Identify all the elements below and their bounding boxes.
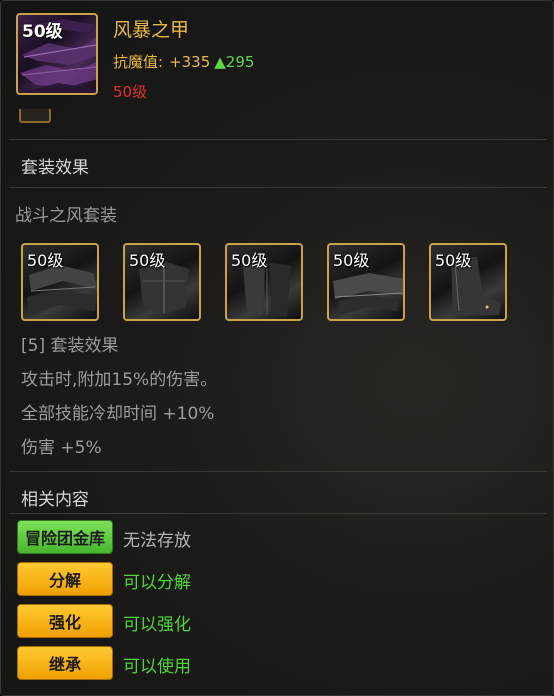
set-piece-2[interactable]: 50级 xyxy=(123,243,201,321)
divider xyxy=(9,187,547,188)
cropped-slot xyxy=(19,109,51,123)
set-piece-level: 50级 xyxy=(27,251,64,270)
disassemble-status: 可以分解 xyxy=(123,573,191,593)
set-piece-level: 50级 xyxy=(231,251,268,270)
related-row-storage: 冒险团金库 无法存放 xyxy=(17,520,517,554)
divider xyxy=(9,139,547,140)
item-header: 50级 风暴之甲 抗魔值: +335 ▲295 50级 xyxy=(1,1,553,123)
set-piece-level: 50级 xyxy=(435,251,472,270)
set-name: 战斗之风套装 xyxy=(15,206,117,226)
set-piece-5[interactable]: 50级 xyxy=(429,243,507,321)
set-piece-level: 50级 xyxy=(333,251,370,270)
related-row-inherit: 继承 可以使用 xyxy=(17,646,517,680)
stat-value: +335 xyxy=(169,53,211,71)
enhance-status: 可以强化 xyxy=(123,615,191,635)
set-piece-4[interactable]: 50级 xyxy=(327,243,405,321)
set-effect-line: 伤害 +5% xyxy=(21,438,102,458)
related-row-disassemble: 分解 可以分解 xyxy=(17,562,517,596)
set-effect-line: 攻击时,附加15%的伤害。 xyxy=(21,370,218,390)
adventure-bank-tag[interactable]: 冒险团金库 xyxy=(17,520,113,554)
required-level: 50级 xyxy=(113,83,148,101)
set-effect-line: 全部技能冷却时间 +10% xyxy=(21,404,215,424)
set-effect-title: 套装效果 xyxy=(21,158,89,178)
inherit-tag[interactable]: 继承 xyxy=(17,646,113,680)
item-tooltip: 50级 风暴之甲 抗魔值: +335 ▲295 50级 套装效果 战斗之风套装 50… xyxy=(0,0,554,696)
item-name: 风暴之甲 xyxy=(113,19,190,41)
set-piece-3[interactable]: 50级 xyxy=(225,243,303,321)
stat-label: 抗魔值: xyxy=(113,53,164,71)
item-level-badge: 50级 xyxy=(22,22,63,42)
enhance-tag[interactable]: 强化 xyxy=(17,604,113,638)
inherit-status: 可以使用 xyxy=(123,657,191,677)
divider xyxy=(9,471,547,472)
item-stat: 抗魔值: +335 ▲295 xyxy=(113,51,254,72)
related-row-enhance: 强化 可以强化 xyxy=(17,604,517,638)
storage-status: 无法存放 xyxy=(123,531,191,551)
set-piece-1[interactable]: 50级 xyxy=(21,243,99,321)
related-content-title: 相关内容 xyxy=(21,490,89,510)
set-effect-header: [5] 套装效果 xyxy=(21,336,119,356)
set-pieces: 50级 50级 50级 50级 50级 xyxy=(21,243,521,323)
purple-armor-icon: 50级 xyxy=(16,13,98,95)
set-piece-level: 50级 xyxy=(129,251,166,270)
divider xyxy=(9,513,547,514)
stat-increase: ▲295 xyxy=(214,53,255,71)
disassemble-tag[interactable]: 分解 xyxy=(17,562,113,596)
